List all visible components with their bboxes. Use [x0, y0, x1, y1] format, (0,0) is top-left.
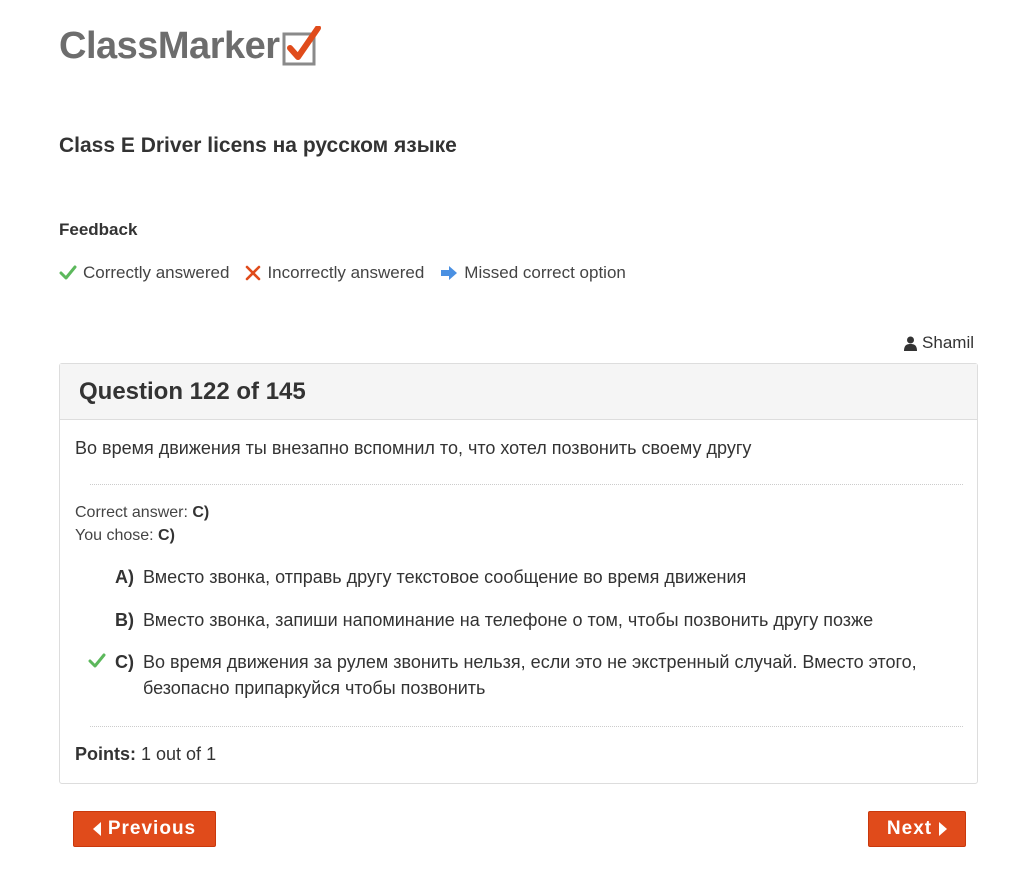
option-letter: C) — [115, 652, 134, 672]
option-a: A) Вместо звонка, отправь другу текстово… — [88, 564, 968, 590]
option-text: Вместо звонка, отправь другу текстовое с… — [143, 567, 747, 587]
correct-answer-line: Correct answer: C) — [75, 504, 209, 522]
question-text: Во время движения ты внезапно вспомнил т… — [75, 438, 752, 458]
feedback-heading: Feedback — [59, 220, 138, 239]
next-button-label: Next — [886, 818, 933, 839]
user-icon — [904, 336, 918, 351]
you-chose-label: You chose: — [75, 527, 154, 544]
check-icon — [88, 649, 115, 701]
option-letter: B) — [115, 610, 134, 630]
you-chose-value: C) — [158, 527, 175, 544]
user-info: Shamil — [904, 333, 974, 353]
feedback-legend: Correctly answered Incorrectly answered … — [59, 263, 642, 283]
legend-correct-label: Correctly answered — [83, 263, 230, 282]
logo-text: ClassMarker — [59, 25, 280, 67]
option-text: Во время движения за рулем звонить нельз… — [143, 652, 917, 698]
legend-missed-label: Missed correct option — [464, 263, 626, 282]
points-line: Points: 1 out of 1 — [75, 744, 216, 765]
previous-button[interactable]: Previous — [73, 811, 216, 847]
option-b: B) Вместо звонка, запиши напоминание на … — [88, 607, 968, 633]
correct-answer-label: Correct answer: — [75, 504, 188, 521]
logo-checkbox-icon — [282, 25, 321, 66]
caret-right-icon — [938, 822, 948, 836]
option-text: Вместо звонка, запиши напоминание на тел… — [143, 610, 874, 630]
legend-incorrect-label: Incorrectly answered — [267, 263, 425, 282]
previous-button-label: Previous — [107, 818, 197, 839]
points-label: Points: — [75, 744, 136, 764]
classmarker-logo: ClassMarker — [59, 22, 321, 67]
correct-answer-value: C) — [192, 504, 210, 521]
next-button[interactable]: Next — [868, 811, 966, 847]
legend-correct: Correctly answered — [59, 263, 229, 283]
divider — [90, 726, 963, 727]
legend-incorrect: Incorrectly answered — [245, 263, 424, 283]
question-panel: Question 122 of 145 Во время движения ты… — [59, 363, 978, 784]
user-name: Shamil — [922, 333, 974, 352]
option-c: C) Во время движения за рулем звонить не… — [88, 649, 968, 701]
legend-missed: Missed correct option — [440, 263, 626, 283]
points-value: 1 out of 1 — [141, 744, 217, 764]
option-letter: A) — [115, 567, 134, 587]
question-number: Question 122 of 145 — [79, 377, 306, 405]
arrow-right-icon — [440, 265, 458, 281]
divider — [90, 484, 963, 485]
question-header: Question 122 of 145 — [60, 364, 977, 420]
x-icon — [245, 265, 261, 281]
quiz-title: Class E Driver licens на русском языке — [59, 134, 457, 157]
you-chose-line: You chose: C) — [75, 527, 175, 545]
check-icon — [59, 265, 77, 281]
caret-left-icon — [92, 822, 102, 836]
